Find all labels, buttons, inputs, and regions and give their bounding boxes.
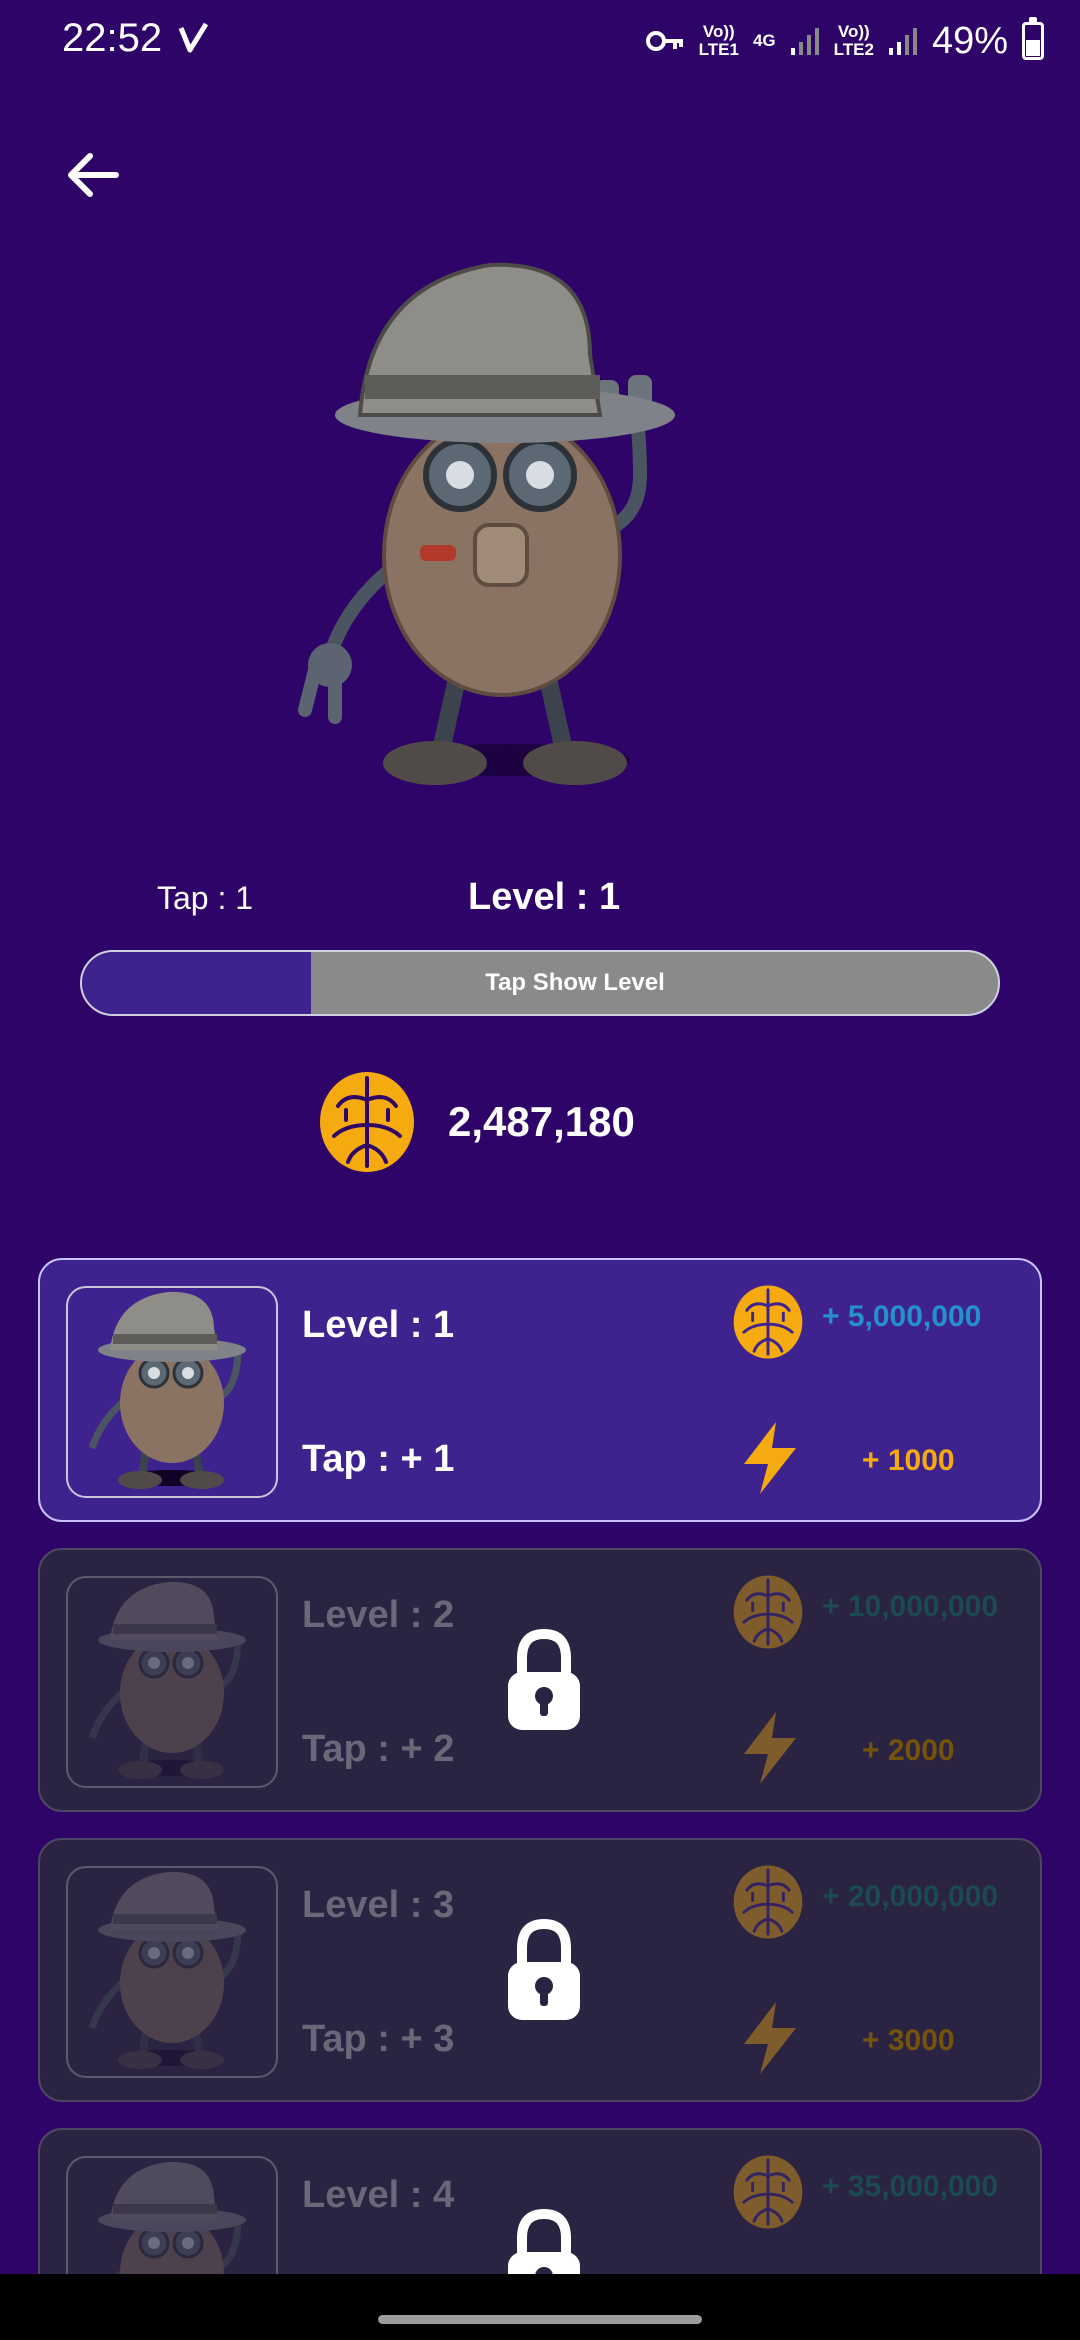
tap-count: Tap : 1 [157, 880, 254, 916]
lock-icon [508, 1918, 580, 2020]
lightning-bolt-icon [744, 2002, 796, 2074]
level-thumbnail [66, 1866, 278, 2078]
signal-2-icon [888, 28, 917, 55]
battery-icon [1022, 17, 1044, 60]
status-bar: 22:52 Vo)) LTE1 4G Vo)) LTE2 49% [0, 0, 1080, 80]
brain-coin-icon [733, 1865, 803, 1939]
card-cost: + 10,000,000 [822, 1590, 999, 1623]
card-level-label: Level : 4 [302, 2174, 455, 2216]
card-tap-label: Tap : + 2 [302, 1728, 455, 1770]
level-thumbnail [66, 1576, 278, 1788]
lightning-bolt-icon [744, 1422, 796, 1494]
status-right: Vo)) LTE1 4G Vo)) LTE2 49% [645, 14, 1044, 68]
current-level: Level : 1 [468, 876, 621, 918]
navigation-bar [0, 2274, 1080, 2340]
network-type: 4G [752, 31, 776, 50]
level-card-3[interactable]: Level : 3 Tap : + 3 + 20,000,000 + 3000 [38, 1838, 1042, 2102]
lightning-bolt-icon [744, 1712, 796, 1784]
card-tap-label: Tap : + 3 [302, 2018, 455, 2060]
card-level-label: Level : 2 [302, 1594, 455, 1636]
brain-coin-icon [733, 2155, 803, 2229]
stats-row: Tap : 1 Level : 1 [0, 870, 1080, 930]
vpn-key-icon [645, 31, 683, 51]
coin-balance: 2,487,180 [318, 1070, 635, 1174]
card-tap-label: Tap : + 1 [302, 1438, 455, 1480]
lock-icon [508, 1628, 580, 1730]
battery-percent: 49% [931, 19, 1008, 62]
arrow-left-icon[interactable] [58, 140, 128, 210]
card-cost: + 5,000,000 [822, 1300, 982, 1333]
brain-coin-icon [733, 1285, 803, 1359]
sim2-label: Vo)) LTE2 [833, 22, 874, 59]
check-icon [178, 22, 208, 53]
card-level-label: Level : 1 [302, 1304, 455, 1346]
brain-coin-icon [733, 1575, 803, 1649]
brain-coin-icon [320, 1072, 414, 1172]
card-cost: + 35,000,000 [822, 2170, 999, 2203]
sim1-label: Vo)) LTE1 [698, 22, 739, 59]
level-progress-bar: Tap Show Level [80, 950, 1000, 1016]
card-bonus: + 1000 [862, 1444, 955, 1477]
balance-value: 2,487,180 [448, 1098, 635, 1145]
card-level-label: Level : 3 [302, 1884, 455, 1926]
card-bonus: + 2000 [862, 1734, 955, 1767]
robot-character-image[interactable] [290, 255, 790, 815]
home-indicator[interactable] [378, 2315, 702, 2324]
signal-1-icon [790, 28, 819, 55]
level-card-2[interactable]: Level : 2 Tap : + 2 + 10,000,000 + 2000 [38, 1548, 1042, 1812]
card-cost: + 20,000,000 [822, 1880, 999, 1913]
level-thumbnail [66, 1286, 278, 1498]
level-card-1[interactable]: Level : 1 Tap : + 1 + 5,000,000 + 1000 [38, 1258, 1042, 1522]
status-time: 22:52 [62, 16, 163, 60]
progress-label: Tap Show Level [485, 969, 665, 996]
card-bonus: + 3000 [862, 2024, 955, 2057]
